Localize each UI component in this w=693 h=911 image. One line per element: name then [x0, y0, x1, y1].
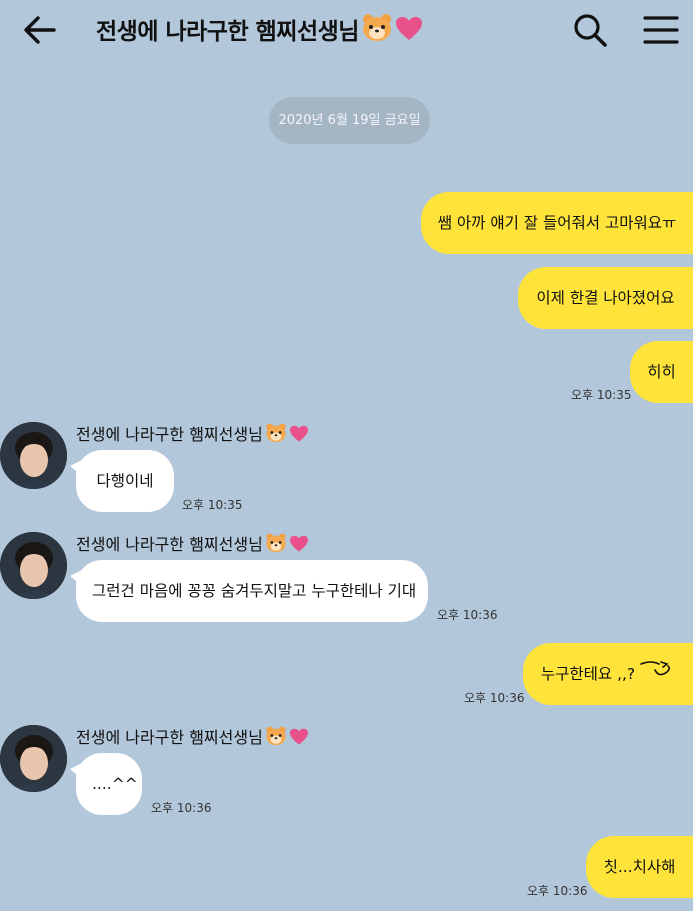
sender-name-text: 전생에 나라구한 햄찌선생님 [76, 425, 263, 444]
message-time: 오후 10:36 [464, 691, 525, 705]
heart-icon [395, 16, 423, 52]
menu-button[interactable] [642, 12, 680, 48]
search-button[interactable] [570, 10, 610, 50]
sender-name: 전생에 나라구한 햄찌선생님 [76, 531, 309, 557]
my-message-bubble[interactable]: 이제 한결 나아졌어요 [518, 267, 693, 329]
hamster-emoji-icon [361, 12, 393, 52]
arrow-left-icon [24, 16, 56, 44]
my-message-bubble[interactable]: 히히 [630, 341, 693, 403]
avatar[interactable] [0, 725, 67, 792]
other-message-bubble[interactable]: 그런건 마음에 꽁꽁 숨겨두지말고 누구한테나 기대 [70, 560, 428, 622]
avatar[interactable] [0, 532, 67, 599]
profile-photo [0, 532, 67, 599]
heart-icon [289, 535, 309, 557]
other-message-bubble[interactable]: ....^^ [70, 753, 142, 815]
search-icon [574, 14, 607, 47]
heart-icon [289, 425, 309, 447]
other-message-bubble[interactable]: 다행이네 [70, 450, 174, 512]
doodle-icon [637, 644, 675, 706]
heart-icon [289, 728, 309, 750]
sender-name: 전생에 나라구한 햄찌선생님 [76, 724, 309, 750]
message-text: 그런건 마음에 꽁꽁 숨겨두지말고 누구한테나 기대 [92, 582, 417, 600]
message-text: 히히 [647, 363, 676, 381]
message-text: 이제 한결 나아졌어요 [536, 289, 675, 307]
my-message-bubble[interactable]: 칫...치사해 [586, 836, 693, 898]
message-text: ....^^ [92, 775, 138, 793]
profile-photo [0, 422, 67, 489]
message-text: 칫...치사해 [603, 858, 676, 876]
sender-name-text: 전생에 나라구한 햄찌선생님 [76, 728, 263, 747]
message-time: 오후 10:36 [151, 801, 212, 815]
my-message-bubble[interactable]: 누구한테요 ,,? [523, 643, 693, 705]
back-button[interactable] [22, 12, 58, 48]
message-time: 오후 10:35 [182, 498, 243, 512]
chat-title: 전생에 나라구한 햄찌선생님 [96, 12, 423, 52]
hamster-emoji-icon [265, 532, 287, 557]
hamster-emoji-icon [265, 422, 287, 447]
date-divider: 2020년 6월 19일 금요일 [269, 97, 430, 144]
my-message-bubble[interactable]: 쌤 아까 얘기 잘 들어줘서 고마워요ㅠ [421, 192, 693, 254]
message-text: 누구한테요 ,,? [540, 665, 636, 683]
message-time: 오후 10:36 [437, 608, 498, 622]
avatar[interactable] [0, 422, 67, 489]
message-text: 쌤 아까 얘기 잘 들어줘서 고마워요ㅠ [437, 214, 677, 232]
message-time: 오후 10:36 [527, 884, 588, 898]
chat-header: 전생에 나라구한 햄찌선생님 [0, 0, 693, 60]
hamster-emoji-icon [265, 725, 287, 750]
message-time: 오후 10:35 [571, 388, 632, 402]
profile-photo [0, 725, 67, 792]
hamburger-menu-icon [643, 16, 679, 44]
message-text: 다행이네 [96, 472, 154, 490]
sender-name-text: 전생에 나라구한 햄찌선생님 [76, 535, 263, 554]
chat-title-text: 전생에 나라구한 햄찌선생님 [96, 19, 359, 45]
sender-name: 전생에 나라구한 햄찌선생님 [76, 421, 309, 447]
